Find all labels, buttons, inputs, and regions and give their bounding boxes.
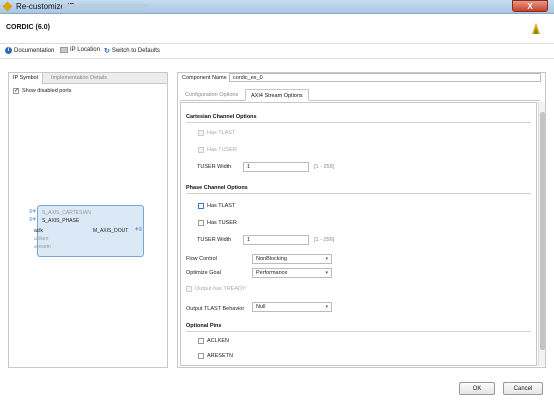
output-tready-checkbox[interactable] [186,286,192,292]
phase-has-tuser-checkbox[interactable] [198,220,204,226]
flow-control-select[interactable]: NonBlocking ▾ [252,254,332,264]
flow-control-label: Flow Control [186,256,217,262]
tab-ip-symbol[interactable]: IP Symbol [9,73,43,84]
info-icon: i [5,47,12,54]
output-tready-row[interactable]: Output has TREADY [186,286,246,292]
documentation-button[interactable]: i Documentation [5,47,54,54]
separator [186,193,531,194]
phase-tuser-range: [1 - 256] [314,237,335,243]
vertical-scrollbar[interactable] [538,102,545,366]
show-disabled-ports-checkbox[interactable] [13,87,19,94]
xilinx-logo-icon [532,23,540,34]
toolbar: i Documentation IP Location ↻ Switch to … [0,44,554,59]
show-disabled-ports-row[interactable]: Show disabled ports [13,87,72,94]
phase-has-tlast-label: Has TLAST [207,203,236,209]
switch-defaults-label: Switch to Defaults [111,48,160,54]
cartesian-has-tlast-checkbox[interactable] [198,130,204,136]
ok-button[interactable]: OK [459,382,495,395]
cartesian-tuser-width-input[interactable]: 1 [243,162,309,172]
switch-defaults-button[interactable]: ↻ Switch to Defaults [104,47,160,55]
optional-pins-title: Optional Pins [186,323,222,329]
ip-location-button[interactable]: IP Location [60,47,100,53]
separator [186,331,531,332]
bus-plus-icon: ≡+ [29,209,37,215]
optimize-goal-label: Optimize Goal [186,270,221,276]
phase-has-tlast-row[interactable]: Has TLAST [198,203,235,209]
tab-implementation-details[interactable]: Implementation Details [47,73,111,84]
ip-title: CORDIC (6.0) [6,24,50,31]
component-name-input[interactable]: cordic_ex_0 [229,73,541,82]
component-name-label: Component Name [182,75,227,81]
window-titlebar: Re-customize IP X [0,0,554,14]
port-s-axis-cartesian: S_AXIS_CARTESIAN [42,210,91,216]
optimize-goal-value: Performance [256,270,288,276]
chevron-down-icon: ▾ [325,256,328,262]
aresetn-row[interactable]: ARESETN [198,353,233,359]
flow-control-value: NonBlocking [256,256,287,262]
refresh-icon: ↻ [104,48,110,55]
show-disabled-ports-label: Show disabled ports [22,88,72,94]
chevron-down-icon: ▾ [325,304,328,310]
cancel-button[interactable]: Cancel [503,382,543,395]
separator [186,122,531,123]
phase-tuser-width-label: TUSER Width [197,237,232,243]
cartesian-has-tuser-label: Has TUSER [207,147,237,153]
left-tabs: IP Symbol Implementation Details [9,73,167,84]
ip-location-label: IP Location [70,47,100,53]
folder-icon [60,47,68,53]
aclken-label: ACLKEN [207,338,230,344]
title-blurred-text [62,4,148,10]
tab-configuration-options[interactable]: Configuration Options [180,89,243,101]
port-s-axis-phase: S_AXIS_PHASE [42,218,80,224]
bus-plus-icon: ≡+ [29,217,37,223]
scrollbar-thumb[interactable] [540,112,545,350]
port-aresetn: aresetn [34,244,51,250]
cartesian-has-tlast-row[interactable]: Has TLAST [198,130,235,136]
cartesian-has-tuser-row[interactable]: Has TUSER [198,147,237,153]
cartesian-has-tuser-checkbox[interactable] [198,147,204,153]
optimize-goal-select[interactable]: Performance ▾ [252,268,332,278]
aclken-checkbox[interactable] [198,338,204,344]
phase-has-tuser-row[interactable]: Has TUSER [198,220,237,226]
bus-plus-icon: +≡ [135,227,143,233]
phase-has-tlast-checkbox[interactable] [198,203,204,209]
output-tready-label: Output has TREADY [195,286,246,292]
port-aclken: aclken [34,236,49,242]
cartesian-tuser-width-label: TUSER Width [197,164,232,170]
output-tlast-label: Output TLAST Behavior [186,306,245,312]
cartesian-has-tlast-label: Has TLAST [207,130,236,136]
options-content [180,102,537,366]
phase-tuser-width-input[interactable]: 1 [243,235,309,245]
cartesian-section-title: Cartesian Channel Options [186,114,257,120]
dialog-header: CORDIC (6.0) [0,14,554,44]
output-tlast-value: Null [256,304,266,310]
aclken-row[interactable]: ACLKEN [198,338,229,344]
chevron-down-icon: ▾ [325,270,328,276]
documentation-label: Documentation [14,47,55,54]
port-m-axis-dout: M_AXIS_DOUT [93,228,129,234]
right-tabs: Configuration Options AXI4 Stream Option… [180,89,540,101]
close-button[interactable]: X [512,0,548,12]
output-tlast-select[interactable]: Null ▾ [252,302,332,312]
vivado-logo-icon [2,1,13,12]
aresetn-label: ARESETN [207,353,233,359]
port-aclk: aclk [34,228,43,234]
tab-axi4-stream-options[interactable]: AXI4 Stream Options [245,89,309,101]
phase-has-tuser-label: Has TUSER [207,220,237,226]
cartesian-tuser-range: [1 - 256] [314,164,335,170]
aresetn-checkbox[interactable] [198,353,204,359]
phase-section-title: Phase Channel Options [186,185,248,191]
